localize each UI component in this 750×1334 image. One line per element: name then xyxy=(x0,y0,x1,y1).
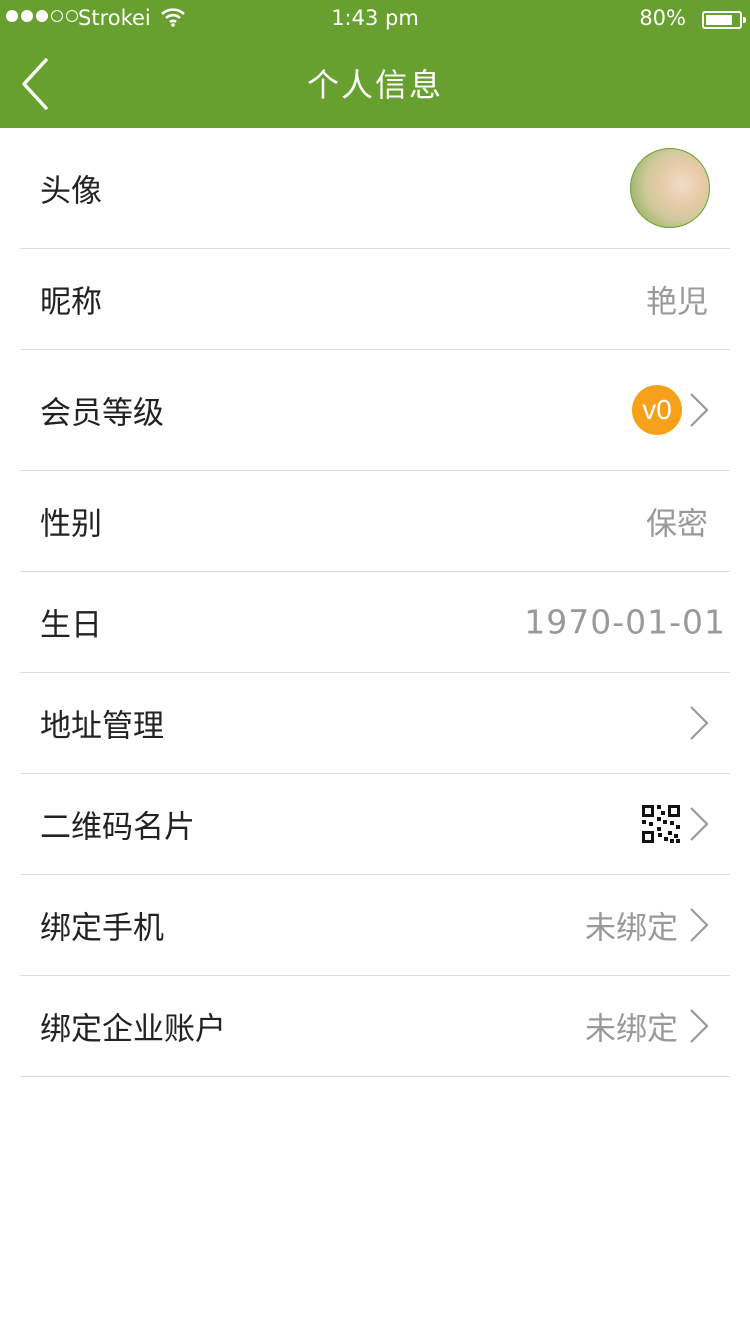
qr-code-icon xyxy=(642,805,680,843)
row-gender[interactable]: 性别 保密 xyxy=(20,471,730,572)
row-label: 性别 xyxy=(40,506,102,543)
gender-value: 保密 xyxy=(646,506,708,543)
chevron-right-icon xyxy=(690,706,709,740)
row-bind-phone[interactable]: 绑定手机 未绑定 xyxy=(20,875,730,976)
chevron-right-icon xyxy=(690,393,709,427)
status-bar: Strokei 1:43 pm 80% xyxy=(0,0,750,40)
row-label: 会员等级 xyxy=(40,395,164,432)
row-label: 生日 xyxy=(40,607,102,644)
avatar[interactable] xyxy=(630,148,710,228)
battery-percent: 80% xyxy=(639,6,686,30)
chevron-right-icon xyxy=(690,1009,709,1043)
clock-time: 1:43 pm xyxy=(331,6,419,30)
nickname-value: 艳児 xyxy=(646,284,708,321)
row-label: 地址管理 xyxy=(40,708,164,745)
chevron-right-icon xyxy=(690,807,709,841)
row-member-level[interactable]: 会员等级 v0 xyxy=(20,350,730,471)
page-title: 个人信息 xyxy=(306,66,443,104)
profile-info-list: 头像 昵称 艳児 会员等级 v0 性别 保密 生日 1970-01-01 地址管… xyxy=(0,128,750,1077)
row-label: 昵称 xyxy=(40,284,102,321)
battery-nub xyxy=(743,17,746,23)
chevron-right-icon xyxy=(690,908,709,942)
bind-phone-status: 未绑定 xyxy=(585,910,678,947)
header-bar: Strokei 1:43 pm 80% 个人信息 xyxy=(0,0,750,128)
row-label: 二维码名片 xyxy=(40,809,195,846)
row-nickname[interactable]: 昵称 艳児 xyxy=(20,249,730,350)
row-label: 头像 xyxy=(40,173,102,210)
row-label: 绑定企业账户 xyxy=(40,1011,226,1048)
row-qr-card[interactable]: 二维码名片 xyxy=(20,774,730,875)
row-avatar[interactable]: 头像 xyxy=(20,128,730,249)
battery-icon xyxy=(702,11,746,29)
birthday-value: 1970-01-01 xyxy=(524,602,726,642)
bind-enterprise-status: 未绑定 xyxy=(585,1011,678,1048)
row-address[interactable]: 地址管理 xyxy=(20,673,730,774)
row-birthday[interactable]: 生日 1970-01-01 xyxy=(20,572,730,673)
row-bind-enterprise[interactable]: 绑定企业账户 未绑定 xyxy=(20,976,730,1077)
member-level-badge: v0 xyxy=(632,385,682,435)
row-label: 绑定手机 xyxy=(40,910,164,947)
battery-fill xyxy=(706,15,732,25)
